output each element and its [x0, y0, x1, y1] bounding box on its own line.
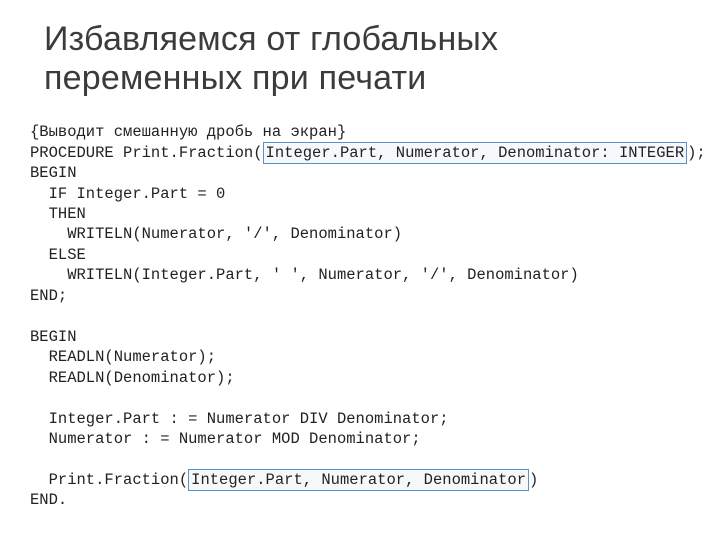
- code-line: PROCEDURE Print.Fraction(: [30, 144, 263, 162]
- code-line: Numerator : = Numerator MOD Denominator;: [30, 430, 421, 448]
- code-line: Print.Fraction(: [30, 471, 188, 489]
- code-line: READLN(Numerator);: [30, 348, 216, 366]
- code-line: WRITELN(Integer.Part, ' ', Numerator, '/…: [30, 266, 579, 284]
- slide-container: Избавляемся от глобальных переменных при…: [0, 0, 720, 540]
- code-line: END.: [30, 491, 67, 509]
- code-line: Integer.Part : = Numerator DIV Denominat…: [30, 410, 449, 428]
- code-line: READLN(Denominator);: [30, 369, 235, 387]
- code-line: BEGIN: [30, 328, 77, 346]
- code-block: {Выводит смешанную дробь на экран} PROCE…: [30, 122, 690, 511]
- code-line: );: [687, 144, 706, 162]
- slide-title: Избавляемся от глобальных переменных при…: [44, 20, 690, 98]
- code-line: END;: [30, 287, 67, 305]
- code-line: BEGIN: [30, 164, 77, 182]
- code-line: IF Integer.Part = 0: [30, 185, 225, 203]
- highlight-call-args: Integer.Part, Numerator, Denominator: [188, 469, 529, 491]
- code-line: WRITELN(Numerator, '/', Denominator): [30, 225, 402, 243]
- highlight-proc-params: Integer.Part, Numerator, Denominator: IN…: [263, 142, 688, 164]
- code-line: ): [529, 471, 538, 489]
- code-line: {Выводит смешанную дробь на экран}: [30, 123, 346, 141]
- code-line: THEN: [30, 205, 86, 223]
- code-line: ELSE: [30, 246, 86, 264]
